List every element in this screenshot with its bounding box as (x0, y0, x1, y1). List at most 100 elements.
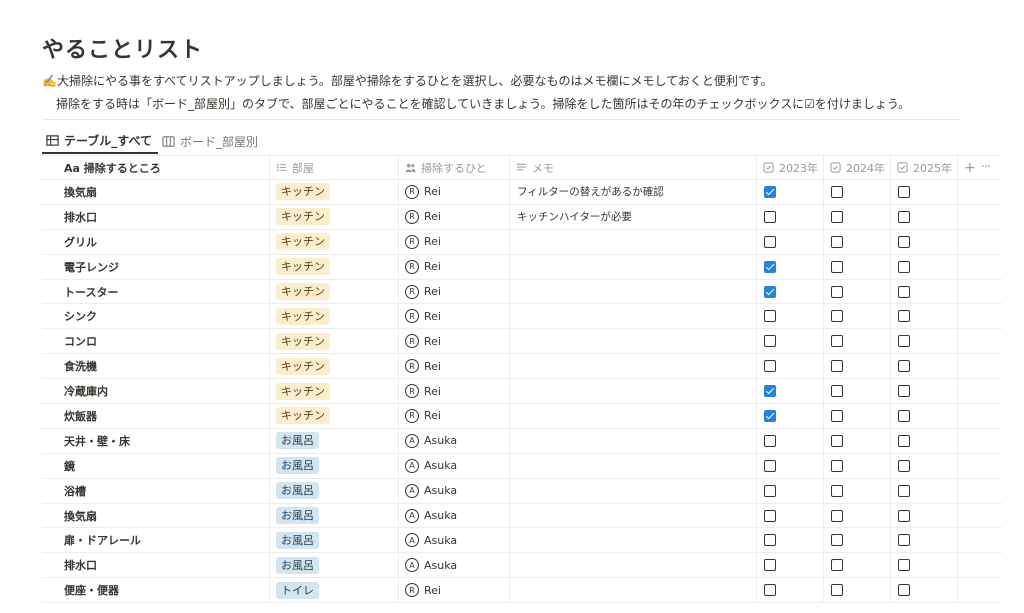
cell-memo[interactable]: フィルターの替えがあるか確認 (510, 180, 757, 204)
cell-room[interactable]: トイレ (270, 578, 399, 603)
table-row[interactable]: シンク キッチン R Rei (42, 304, 1002, 330)
cell-memo[interactable] (510, 528, 757, 553)
cell-memo[interactable] (510, 428, 757, 453)
checkbox-2025[interactable] (898, 185, 910, 198)
column-header-name[interactable]: Aa 掃除するところ (42, 156, 270, 179)
cell-room[interactable]: キッチン (270, 279, 399, 304)
cell-memo[interactable] (510, 354, 757, 379)
cell-name[interactable]: コンロ (42, 329, 270, 354)
cell-room[interactable]: お風呂 (270, 478, 399, 503)
cell-memo[interactable] (510, 329, 757, 354)
table-row[interactable]: 鏡お風呂 A Asuka (42, 453, 1002, 479)
more-options-icon[interactable]: ··· (981, 160, 991, 175)
checkbox-2025[interactable] (898, 459, 910, 472)
cell-room[interactable]: キッチン (270, 229, 399, 254)
table-row[interactable]: コンロ キッチン R Rei (42, 329, 1002, 355)
checkbox-2025[interactable] (898, 235, 910, 248)
tab-board-by-room[interactable]: ボード_部屋別 (158, 128, 264, 154)
checkbox-2023[interactable] (764, 409, 776, 422)
checkbox-2023[interactable] (764, 360, 776, 373)
cell-name[interactable]: 扉・ドアレール (42, 528, 270, 553)
checkbox-2025[interactable] (898, 534, 910, 547)
cell-name[interactable]: 排水口 (42, 553, 270, 578)
tab-table-all[interactable]: テーブル_すべて (42, 128, 158, 154)
cell-name[interactable]: 換気扇 (42, 503, 270, 528)
table-row[interactable]: グリル キッチン R Rei (42, 229, 1002, 255)
checkbox-2024[interactable] (831, 409, 843, 422)
checkbox-2023[interactable] (764, 534, 776, 547)
cell-room[interactable]: キッチン (270, 404, 399, 428)
cell-person[interactable]: R Rei (399, 578, 510, 603)
checkbox-2024[interactable] (831, 459, 843, 472)
cell-memo[interactable] (510, 553, 757, 578)
checkbox-2024[interactable] (831, 484, 843, 497)
table-row[interactable]: 浴槽 お風呂 A Asuka (42, 478, 1002, 504)
cell-room[interactable]: お風呂 (270, 553, 399, 578)
cell-name[interactable]: 天井・壁・床 (42, 428, 270, 453)
cell-memo[interactable] (510, 503, 757, 528)
checkbox-2023[interactable] (764, 484, 776, 497)
cell-memo[interactable] (510, 279, 757, 304)
cell-room[interactable]: お風呂 (270, 428, 399, 453)
checkbox-2025[interactable] (898, 559, 910, 572)
cell-memo[interactable] (510, 453, 757, 478)
cell-room[interactable]: キッチン (270, 304, 399, 329)
table-row[interactable]: 電子レンジ キッチン R Rei (42, 254, 1002, 280)
checkbox-2023[interactable] (764, 434, 776, 447)
cell-memo[interactable] (510, 379, 757, 404)
checkbox-2023[interactable] (764, 310, 776, 323)
cell-person[interactable]: R Rei (399, 204, 510, 229)
cell-name[interactable]: 電子レンジ (42, 254, 270, 279)
checkbox-2023[interactable] (764, 260, 776, 273)
checkbox-2025[interactable] (898, 260, 910, 273)
table-row[interactable]: トースター キッチン R Rei (42, 279, 1002, 305)
cell-person[interactable]: A Asuka (399, 453, 510, 478)
cell-name[interactable]: トースター (42, 279, 270, 304)
table-row[interactable]: 食洗機 キッチン R Rei (42, 354, 1002, 380)
checkbox-2024[interactable] (831, 559, 843, 572)
cell-person[interactable]: R Rei (399, 379, 510, 404)
checkbox-2024[interactable] (831, 310, 843, 323)
column-header-person[interactable]: 掃除するひと (399, 156, 510, 179)
cell-room[interactable]: お風呂 (270, 528, 399, 553)
table-row[interactable]: 扉・ドアレール お風呂 A Asuka (42, 528, 1002, 554)
cell-room[interactable]: お風呂 (270, 503, 399, 528)
checkbox-2023[interactable] (764, 335, 776, 348)
cell-room[interactable]: キッチン (270, 379, 399, 404)
cell-person[interactable]: R Rei (399, 304, 510, 329)
cell-person[interactable]: A Asuka (399, 553, 510, 578)
cell-memo[interactable] (510, 304, 757, 329)
checkbox-2024[interactable] (831, 335, 843, 348)
cell-name[interactable]: 食洗機 (42, 354, 270, 379)
cell-person[interactable]: A Asuka (399, 428, 510, 453)
cell-memo[interactable] (510, 404, 757, 428)
checkbox-2025[interactable] (898, 335, 910, 348)
cell-memo[interactable] (510, 578, 757, 603)
column-header-2025[interactable]: 2025年 (891, 156, 958, 179)
checkbox-2024[interactable] (831, 509, 843, 522)
checkbox-2024[interactable] (831, 385, 843, 398)
cell-name[interactable]: 鏡 (42, 453, 270, 478)
add-column-icon[interactable]: + (964, 160, 976, 176)
column-header-2023[interactable]: 2023年 (757, 156, 824, 179)
checkbox-2024[interactable] (831, 235, 843, 248)
cell-name[interactable]: シンク (42, 304, 270, 329)
checkbox-2024[interactable] (831, 584, 843, 597)
cell-memo[interactable] (510, 478, 757, 503)
table-row[interactable]: 炊飯器 キッチン R Rei (42, 404, 1002, 429)
cell-person[interactable]: R Rei (399, 279, 510, 304)
cell-person[interactable]: R Rei (399, 404, 510, 428)
checkbox-2023[interactable] (764, 459, 776, 472)
checkbox-2023[interactable] (764, 509, 776, 522)
checkbox-2023[interactable] (764, 559, 776, 572)
checkbox-2025[interactable] (898, 385, 910, 398)
checkbox-2024[interactable] (831, 185, 843, 198)
table-row[interactable]: 排水口 お風呂 A Asuka (42, 553, 1002, 579)
cell-memo[interactable]: キッチンハイターが必要 (510, 204, 757, 229)
cell-person[interactable]: A Asuka (399, 503, 510, 528)
table-row[interactable]: 換気扇 お風呂 A Asuka (42, 503, 1002, 529)
table-row[interactable]: 天井・壁・床 お風呂 A Asuka (42, 428, 1002, 454)
checkbox-2025[interactable] (898, 285, 910, 298)
cell-name[interactable]: 炊飯器 (42, 404, 270, 428)
cell-name[interactable]: 便座・便器 (42, 578, 270, 603)
